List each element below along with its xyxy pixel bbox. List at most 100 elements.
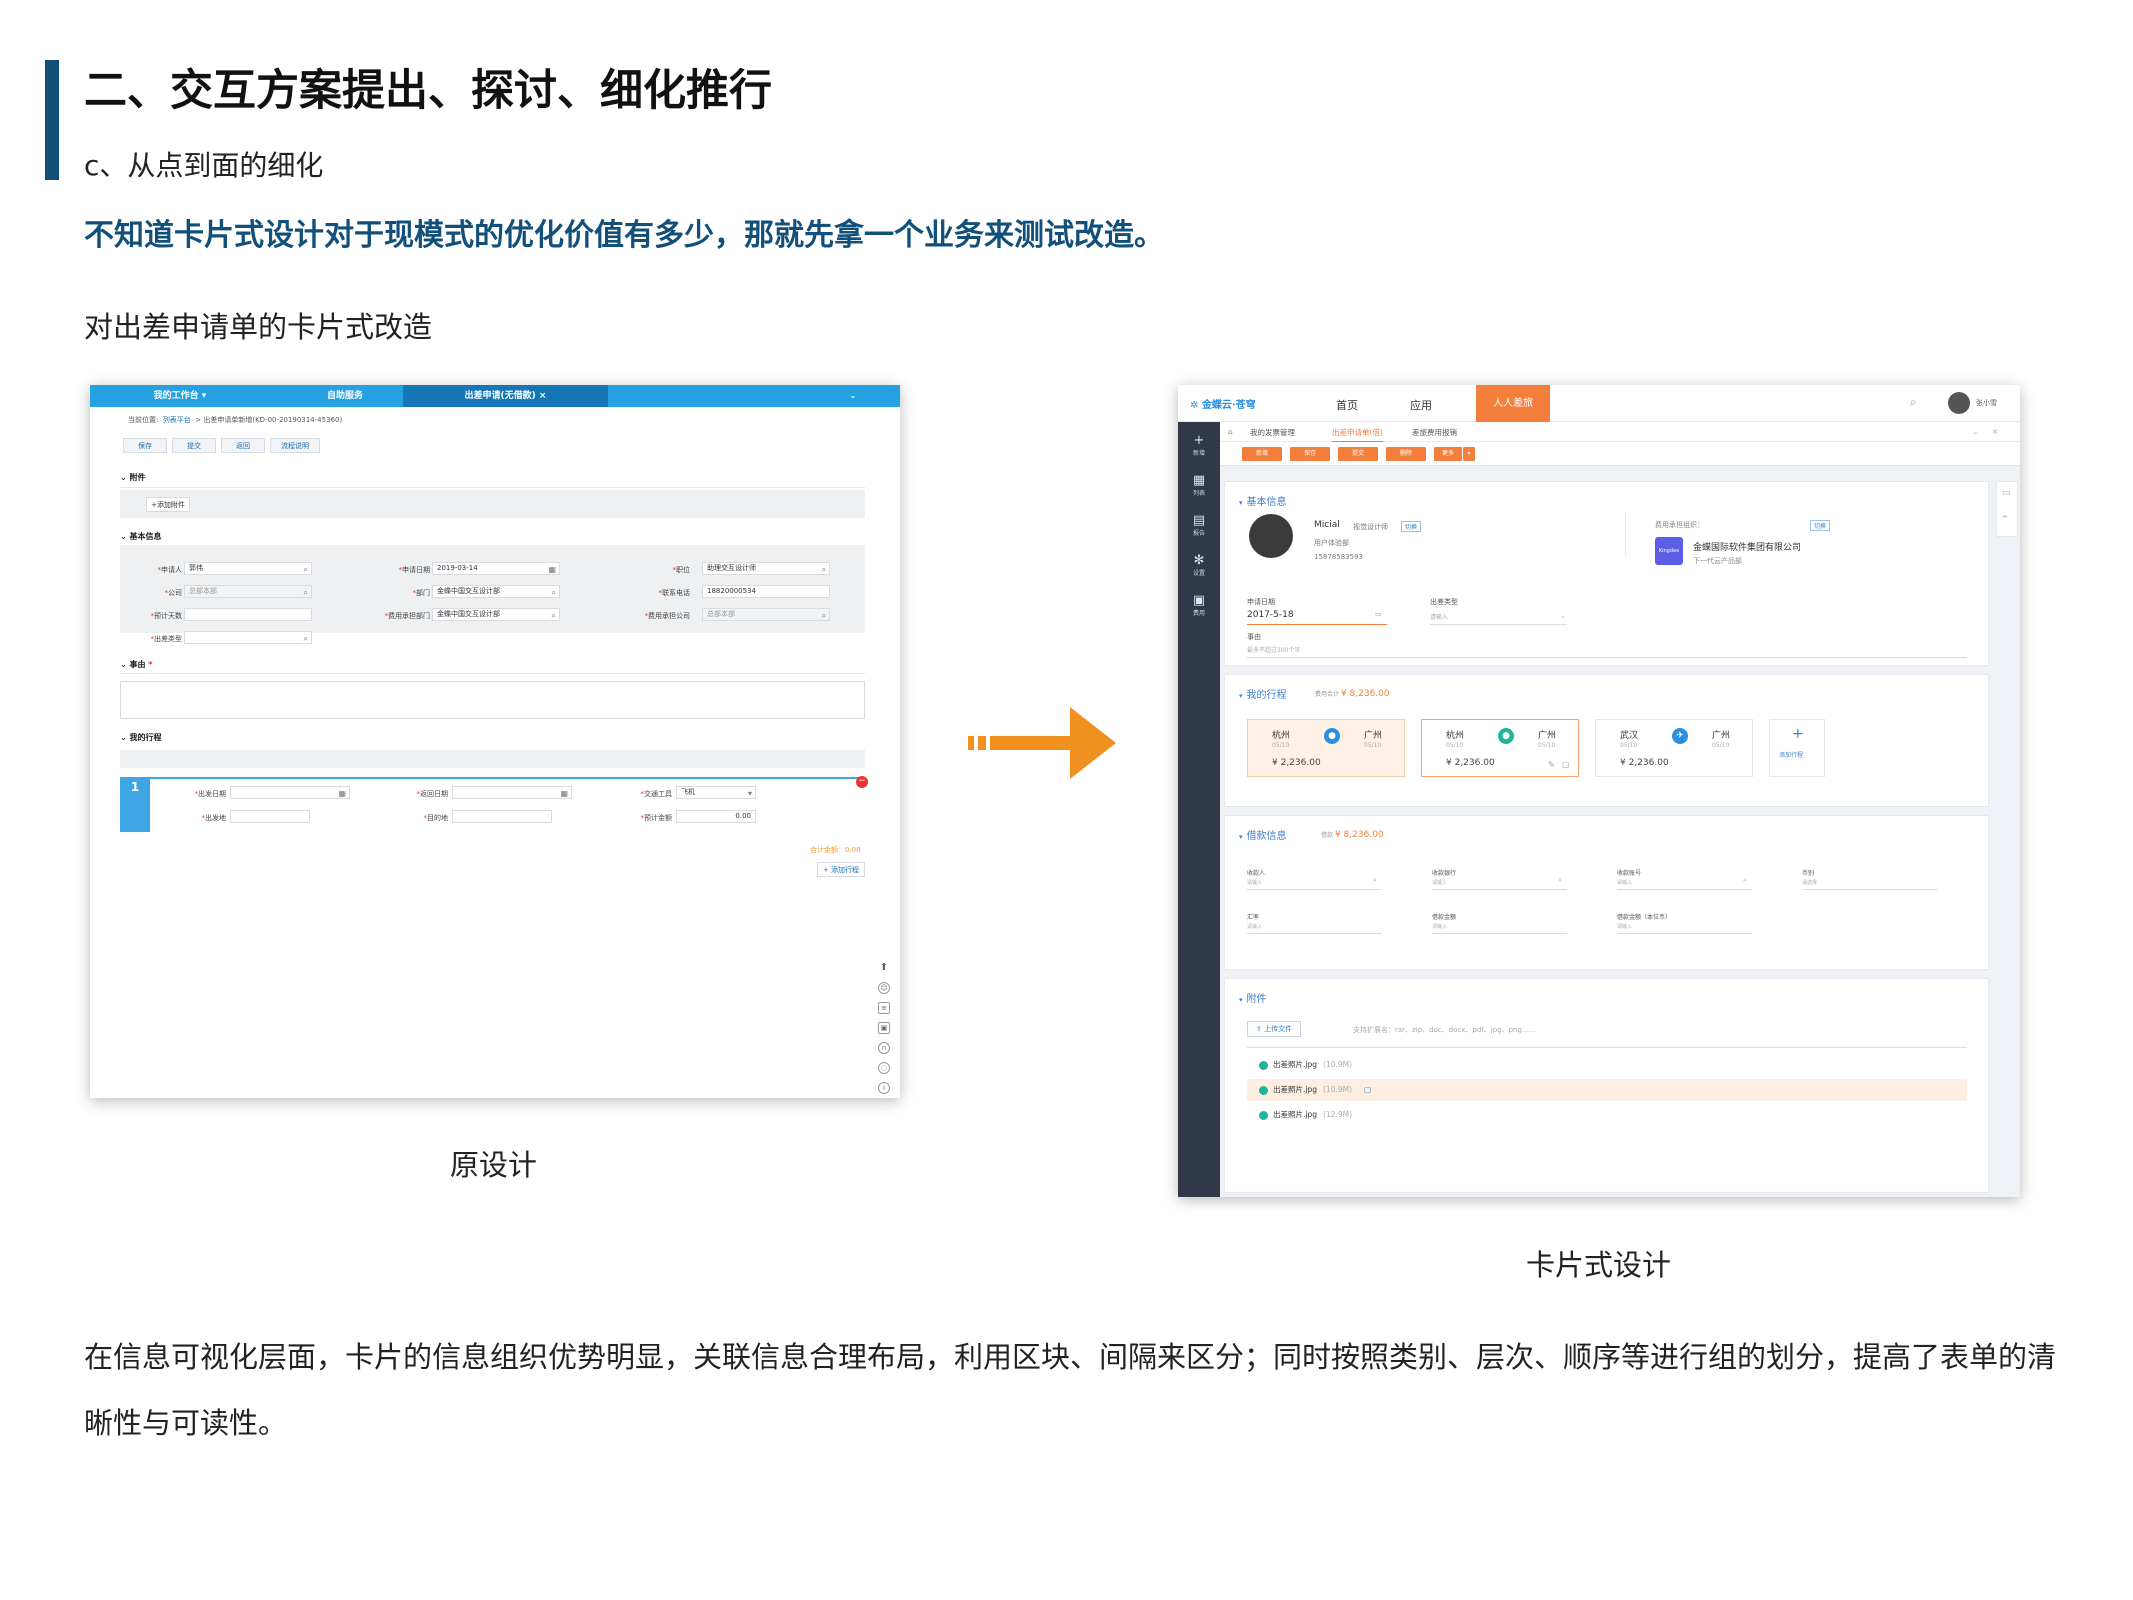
trip-type-field[interactable]: ⌕: [184, 631, 312, 644]
collapse-icon[interactable]: ⌄: [1972, 427, 1978, 436]
user-name[interactable]: 张小雪: [1976, 398, 1997, 408]
smile-icon[interactable]: ☺: [878, 982, 890, 994]
report-icon: ▤: [1192, 513, 1206, 528]
collapse-icon[interactable]: ⌄: [845, 385, 861, 407]
caret-down-icon: ▾: [1239, 996, 1243, 1004]
attachment-item[interactable]: 出差照片.jpg (10.9M) ▢: [1259, 1084, 1371, 1095]
headset-icon[interactable]: ∩: [878, 1042, 890, 1054]
delete-button[interactable]: 删除: [1386, 447, 1426, 461]
old-submit-button[interactable]: 提交: [172, 438, 216, 453]
old-add-trip-button[interactable]: + 添加行程: [817, 862, 865, 877]
currency-select[interactable]: 请选择: [1802, 879, 1817, 886]
search-icon[interactable]: ⌕: [1558, 876, 1562, 885]
to-label: *目的地: [423, 814, 449, 822]
nav-apps[interactable]: 应用: [1410, 397, 1432, 413]
attachment-item[interactable]: 出差照片.jpg (12.9M): [1259, 1109, 1352, 1120]
save-button[interactable]: 保存: [1290, 447, 1330, 461]
chevron-down-icon[interactable]: ▾: [1463, 447, 1475, 461]
company-label: *公司: [164, 589, 183, 597]
extension-hint: 支持扩展名：rar、zip、doc、docx、pdf、jpg、png……: [1353, 1026, 1536, 1034]
search-icon[interactable]: ⌕: [1910, 395, 1917, 410]
company-field[interactable]: 总部本部 ⌕: [184, 585, 312, 598]
remove-trip-icon[interactable]: −: [856, 776, 868, 788]
depart-date-field[interactable]: ▦: [230, 786, 350, 799]
old-flow-button[interactable]: 流程说明: [270, 438, 320, 453]
breadcrumb-link[interactable]: 列表平台: [163, 416, 191, 424]
divider: [120, 673, 865, 674]
position-field[interactable]: 助理交互设计师 ⌕: [702, 562, 830, 575]
payee-input[interactable]: 请输入: [1247, 879, 1262, 886]
old-tab-self-service[interactable]: 自助服务: [295, 385, 395, 407]
card-design-screenshot: ✲ 金蝶云·苍穹 首页 应用 人人差旅 ⌕ 张小雪 + 新增 ▦ 列表 ▤ 报告 ✻ 设…: [1178, 385, 2020, 1197]
sidebar-item-report[interactable]: ▤ 报告: [1178, 513, 1220, 538]
reason-input[interactable]: 最多不超过300个字: [1247, 645, 1300, 654]
user-avatar[interactable]: [1948, 392, 1970, 414]
chat-icon[interactable]: ◌: [878, 1062, 890, 1074]
add-trip-card[interactable]: + 添加行程: [1769, 719, 1825, 777]
org-switch-button[interactable]: 切换: [1810, 520, 1831, 531]
comment-icon[interactable]: ▭: [2002, 488, 2011, 498]
old-save-button[interactable]: 保存: [123, 438, 167, 453]
brand-logo[interactable]: ✲ 金蝶云·苍穹: [1190, 396, 1256, 411]
old-trip-section-title: ⌄ 我的行程: [120, 733, 162, 742]
close-icon[interactable]: ×: [1992, 427, 1998, 436]
upload-button[interactable]: ⇪ 上传文件: [1247, 1021, 1302, 1037]
trip-type-select[interactable]: 请输入: [1430, 612, 1448, 621]
org-label: 费用承担组织：: [1655, 521, 1704, 529]
reason-textarea[interactable]: [120, 681, 865, 719]
date-field[interactable]: 2019-03-14 ▦: [432, 562, 560, 575]
calendar-icon[interactable]: ▭: [1375, 610, 1382, 618]
cost-dept-field[interactable]: 金蝶中国交互设计部 ⌕: [432, 608, 560, 621]
dept-field[interactable]: 金蝶中国交互设计部 ⌕: [432, 585, 560, 598]
new-button[interactable]: 新增: [1242, 447, 1282, 461]
sidebar-item-settings[interactable]: ✻ 设置: [1178, 554, 1220, 578]
subtab-reimburse[interactable]: 差旅费用报销: [1412, 427, 1457, 438]
subtab-invoice[interactable]: 我的发票管理: [1250, 427, 1295, 438]
from-field[interactable]: [230, 810, 310, 823]
old-tab-workbench[interactable]: 我的工作台 ▾: [130, 385, 230, 407]
attachment-item[interactable]: 出差照片.jpg (10.9M): [1259, 1059, 1352, 1070]
amount-field[interactable]: 0.00: [676, 810, 756, 823]
info-icon[interactable]: i: [878, 1082, 890, 1094]
return-date-field[interactable]: ▦: [452, 786, 572, 799]
input-underline: [1617, 889, 1752, 890]
rate-input[interactable]: 请输入: [1247, 923, 1262, 930]
sidebar-item-expense[interactable]: ▣ 费用: [1178, 594, 1220, 618]
submit-button[interactable]: 提交: [1338, 447, 1378, 461]
sidebar-item-new[interactable]: + 新增: [1178, 434, 1220, 458]
phone-field[interactable]: 18820000534: [702, 585, 830, 598]
message-icon[interactable]: ≡: [878, 1002, 890, 1014]
nav-travel[interactable]: 人人差旅: [1476, 385, 1550, 422]
trip-card[interactable]: 杭州 05/10 ● 广州 05/10 ¥ 2,236.00: [1247, 719, 1405, 777]
search-icon: ⌕: [821, 565, 826, 574]
applicant-field[interactable]: 郭伟 ⌕: [184, 562, 312, 575]
switch-button[interactable]: 切换: [1401, 521, 1422, 532]
nav-home[interactable]: 首页: [1336, 397, 1358, 413]
to-field[interactable]: [452, 810, 552, 823]
sidebar-item-list[interactable]: ▦ 列表: [1178, 473, 1220, 498]
home-icon[interactable]: ⌂: [1228, 427, 1233, 436]
old-tab-close-icon[interactable]: ×: [539, 391, 547, 401]
grid-icon: ▦: [1192, 473, 1206, 488]
account-input[interactable]: 请输入: [1617, 879, 1632, 886]
cost-company-field[interactable]: 总部本部 ⌕: [702, 608, 830, 621]
old-back-button[interactable]: 返回: [221, 438, 265, 453]
loan-amount-input[interactable]: 请输入: [1432, 923, 1447, 930]
transport-select[interactable]: 飞机 ▾: [676, 786, 756, 799]
days-field[interactable]: [184, 608, 312, 621]
search-icon[interactable]: ⌕: [1743, 876, 1747, 885]
bank-input[interactable]: 请输入: [1432, 879, 1447, 886]
search-icon[interactable]: ⌕: [1373, 876, 1377, 885]
old-tab-trip-request[interactable]: 出差申请(无借款) ×: [403, 385, 608, 407]
subtab-trip-request[interactable]: 出差申请单(借): [1332, 427, 1383, 442]
save-icon[interactable]: ▣: [878, 1022, 890, 1034]
more-button[interactable]: 更多: [1434, 447, 1462, 461]
apply-date-value[interactable]: 2017-5-18: [1247, 610, 1294, 620]
trip-card[interactable]: 杭州 05/10 ● 广州 05/10 ¥ 2,236.00 ✎ ▢: [1421, 719, 1579, 777]
base-amount-input[interactable]: 请输入: [1617, 923, 1632, 930]
attachment-icon[interactable]: ⌁: [2002, 512, 2007, 522]
back-to-top-icon[interactable]: ⬆: [878, 963, 890, 975]
old-add-attachment-button[interactable]: +添加附件: [146, 497, 190, 512]
trip-card[interactable]: 武汉 05/10 ✈ 广州 05/10 ¥ 2,236.00: [1595, 719, 1753, 777]
chevron-down-icon[interactable]: ⌄: [1560, 612, 1566, 620]
